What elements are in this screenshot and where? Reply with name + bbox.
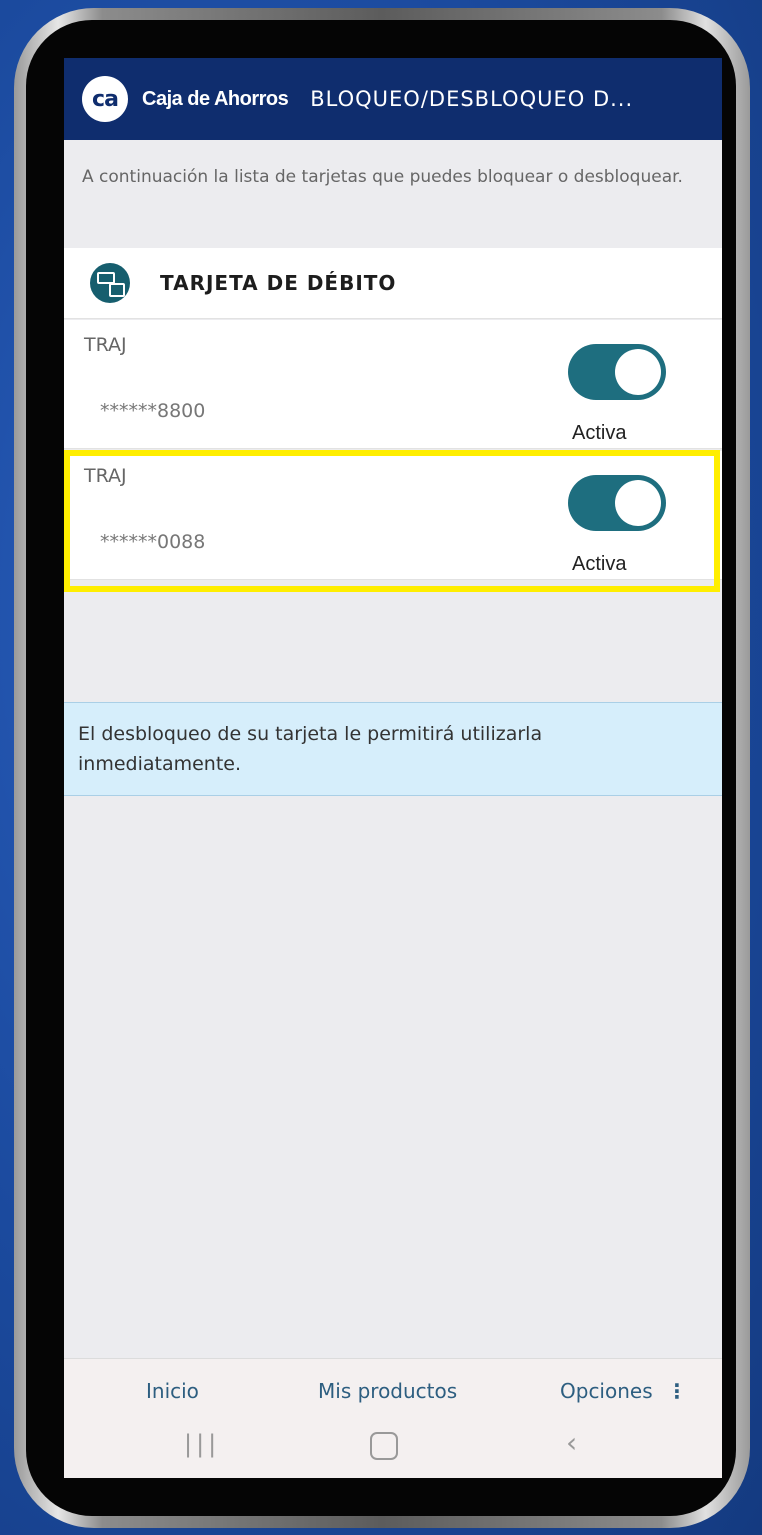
card-number: ******8800 <box>100 400 206 422</box>
recent-apps-icon[interactable]: ||| <box>184 1430 220 1458</box>
back-icon[interactable]: ‹ <box>566 1426 577 1459</box>
section-header: TARJETA DE DÉBITO <box>64 248 722 319</box>
highlight-box <box>64 450 720 592</box>
home-icon[interactable] <box>370 1432 398 1460</box>
section-title: TARJETA DE DÉBITO <box>160 271 397 295</box>
brand-name: Caja de Ahorros <box>142 87 289 110</box>
nav-inicio[interactable]: Inicio <box>146 1379 199 1403</box>
card-row: TRAJ ******8800 Activa <box>64 320 722 449</box>
app-header: ca Caja de Ahorros BLOQUEO/DESBLOQUEO D.… <box>64 58 722 140</box>
toggle-knob <box>615 349 661 395</box>
intro-text: A continuación la lista de tarjetas que … <box>82 167 683 187</box>
bank-logo-icon: ca <box>82 76 128 122</box>
bottom-nav: Inicio Mis productos Opciones ⋮ <box>64 1358 722 1421</box>
info-text: El desbloqueo de su tarjeta le permitirá… <box>78 723 543 775</box>
logo-text: ca <box>92 86 119 112</box>
nav-mis-productos[interactable]: Mis productos <box>318 1379 457 1403</box>
more-vertical-icon: ⋮ <box>667 1379 687 1403</box>
info-box: El desbloqueo de su tarjeta le permitirá… <box>64 702 722 796</box>
system-nav-bar: ||| ‹ <box>64 1420 722 1478</box>
app-screen: ca Caja de Ahorros BLOQUEO/DESBLOQUEO D.… <box>64 58 722 1478</box>
page-title: BLOQUEO/DESBLOQUEO D... <box>310 87 634 111</box>
card-name: TRAJ <box>84 334 127 356</box>
nav-opciones-label: Opciones <box>560 1379 653 1403</box>
card-lock-icon <box>90 263 130 303</box>
card-toggle-switch[interactable] <box>568 344 666 400</box>
nav-opciones[interactable]: Opciones ⋮ <box>560 1379 687 1403</box>
card-status-label: Activa <box>572 422 627 444</box>
